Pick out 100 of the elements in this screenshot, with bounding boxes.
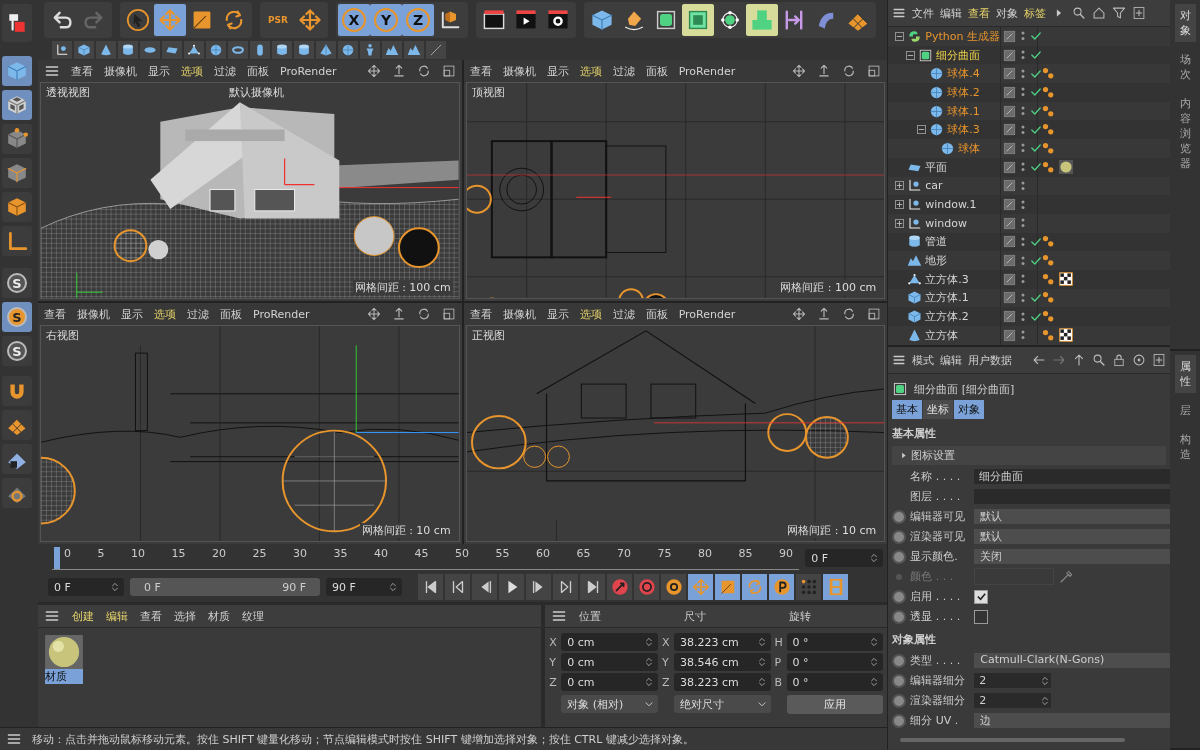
menu-item[interactable]: 选项 — [579, 306, 602, 322]
object-name[interactable]: 立方体 — [925, 327, 959, 343]
value-field[interactable]: 0 cm — [561, 653, 658, 671]
camera-label[interactable]: 默认摄像机 — [228, 85, 284, 100]
object-name[interactable]: 球体.3 — [947, 122, 980, 138]
object-name[interactable]: 平面 — [925, 159, 948, 175]
menu-item[interactable]: 摄像机 — [77, 306, 110, 322]
snap-button[interactable]: S — [2, 302, 32, 332]
menu-item[interactable]: ProRender — [253, 307, 310, 321]
menu-item[interactable]: 文件 — [912, 5, 935, 21]
menu-item[interactable]: 过滤 — [612, 306, 635, 322]
menu-item[interactable]: 材质 — [208, 608, 230, 624]
menu-item[interactable]: ProRender — [678, 64, 736, 78]
menu-item[interactable]: 选项 — [154, 306, 176, 322]
axis-letter-button[interactable]: Y — [370, 4, 402, 36]
menu-item[interactable]: 面板 — [645, 306, 668, 322]
value-field[interactable]: 0 cm — [561, 673, 658, 691]
tab[interactable]: 坐标 — [923, 400, 954, 419]
menu-item[interactable]: 过滤 — [214, 63, 236, 79]
dropdown[interactable]: Catmull-Clark(N-Gons) — [974, 653, 1171, 668]
axis-letter-button[interactable]: Z — [402, 4, 434, 36]
menu-item[interactable]: 查看 — [44, 306, 66, 322]
coordinate-mode-dropdown[interactable]: 对象 (相对) — [561, 695, 658, 713]
menu-item[interactable]: 查看 — [71, 63, 93, 79]
size-mode-dropdown[interactable]: 绝对尺寸 — [673, 695, 771, 713]
number-field[interactable]: 2 — [974, 693, 1052, 708]
menu-item[interactable]: ProRender — [678, 307, 736, 321]
menu-item[interactable]: 面板 — [645, 63, 668, 79]
value-field[interactable]: 0 ° — [786, 633, 884, 651]
value-field[interactable]: 0 ° — [786, 653, 884, 671]
snap-button[interactable]: S — [2, 336, 32, 366]
menu-item[interactable]: 显示 — [148, 63, 170, 79]
group-header[interactable]: 图标设置 — [892, 446, 1167, 465]
end-frame-field[interactable]: 90 F — [326, 578, 402, 596]
side-tab[interactable]: 对象 — [1174, 4, 1196, 42]
menu-item[interactable]: 摄像机 — [502, 306, 536, 322]
menu-item[interactable]: 选项 — [181, 63, 203, 79]
menu-item[interactable]: 用户数据 — [968, 352, 1013, 368]
side-tab[interactable]: 层 — [1174, 399, 1196, 422]
menu-item[interactable]: 纹理 — [242, 608, 264, 624]
tab[interactable]: 基本 — [892, 400, 923, 419]
object-name[interactable]: window — [925, 216, 967, 230]
value-field[interactable]: 38.546 cm — [673, 653, 771, 671]
dropdown[interactable]: 边 — [974, 713, 1171, 728]
menu-item[interactable]: 查看 — [469, 306, 492, 322]
object-name[interactable]: 球体 — [958, 140, 981, 156]
side-tab[interactable]: 场次 — [1174, 48, 1196, 86]
object-name[interactable]: 立方体.3 — [925, 271, 969, 287]
apply-button[interactable]: 应用 — [786, 695, 884, 714]
object-name[interactable]: 地形 — [925, 253, 948, 269]
menu-item[interactable]: 查看 — [469, 63, 492, 79]
menu-item[interactable]: 过滤 — [612, 63, 635, 79]
value-field[interactable]: 38.223 cm — [673, 633, 771, 651]
menu-item[interactable]: 编辑 — [940, 5, 963, 21]
value-field[interactable]: 38.223 cm — [673, 673, 771, 691]
object-name[interactable]: 立方体.1 — [925, 290, 969, 306]
menu-item[interactable]: 查看 — [968, 5, 991, 21]
object-name[interactable]: 球体.1 — [947, 103, 980, 119]
object-name[interactable]: Python 生成器 — [925, 28, 1000, 44]
snap-button[interactable]: S — [2, 268, 32, 298]
text-field[interactable]: 细分曲面 — [974, 469, 1171, 484]
object-name[interactable]: car — [925, 179, 943, 193]
menu-item[interactable]: 摄像机 — [502, 63, 536, 79]
side-tab[interactable]: 属性 — [1174, 355, 1196, 393]
menu-item[interactable]: 查看 — [140, 608, 162, 624]
menu-item[interactable]: 面板 — [220, 306, 242, 322]
menu-item[interactable]: 创建 — [72, 608, 94, 624]
menu-item[interactable]: 编辑 — [940, 352, 963, 368]
menu-item[interactable]: 选项 — [579, 63, 602, 79]
timeline-ruler[interactable]: 0 5 10 15 20 25 30 35 40 45 50 55 60 65 70 75 80 85 90 — [52, 546, 800, 570]
object-name[interactable]: 球体.2 — [947, 84, 980, 100]
object-name[interactable]: window.1 — [925, 198, 977, 212]
dropdown[interactable]: 关闭 — [974, 549, 1171, 564]
start-frame-field[interactable]: 0 F — [48, 578, 124, 596]
value-field[interactable]: 0 ° — [786, 673, 884, 691]
object-name[interactable]: 管道 — [925, 234, 948, 250]
menu-item[interactable]: 过滤 — [187, 306, 209, 322]
dropdown[interactable]: 默认 — [974, 529, 1171, 544]
side-tab[interactable]: 构造 — [1174, 428, 1196, 466]
tab[interactable]: 对象 — [954, 400, 985, 419]
menu-item[interactable]: 显示 — [546, 63, 569, 79]
menu-item[interactable]: 选择 — [174, 608, 196, 624]
axis-letter-button[interactable]: X — [338, 4, 370, 36]
menu-item[interactable]: 编辑 — [106, 608, 128, 624]
menu-item[interactable]: 显示 — [546, 306, 569, 322]
menu-item[interactable]: 模式 — [912, 352, 935, 368]
object-name[interactable]: 立方体.2 — [925, 309, 969, 325]
menu-item[interactable]: 面板 — [247, 63, 269, 79]
menu-item[interactable]: 对象 — [996, 5, 1019, 21]
object-name[interactable]: 细分曲面 — [936, 47, 981, 63]
side-tab[interactable]: 内容浏览器 — [1174, 92, 1196, 175]
current-frame-field[interactable]: 0 F — [805, 549, 884, 567]
dropdown[interactable]: 默认 — [974, 509, 1171, 524]
menu-item[interactable]: 标签 — [1024, 5, 1047, 21]
value-field[interactable]: 0 cm — [561, 633, 658, 651]
menu-item[interactable]: 显示 — [121, 306, 143, 322]
menu-item[interactable]: ProRender — [280, 64, 337, 78]
number-field[interactable]: 2 — [974, 673, 1052, 688]
object-name[interactable]: 球体.4 — [947, 66, 980, 82]
menu-item[interactable]: 摄像机 — [104, 63, 137, 79]
